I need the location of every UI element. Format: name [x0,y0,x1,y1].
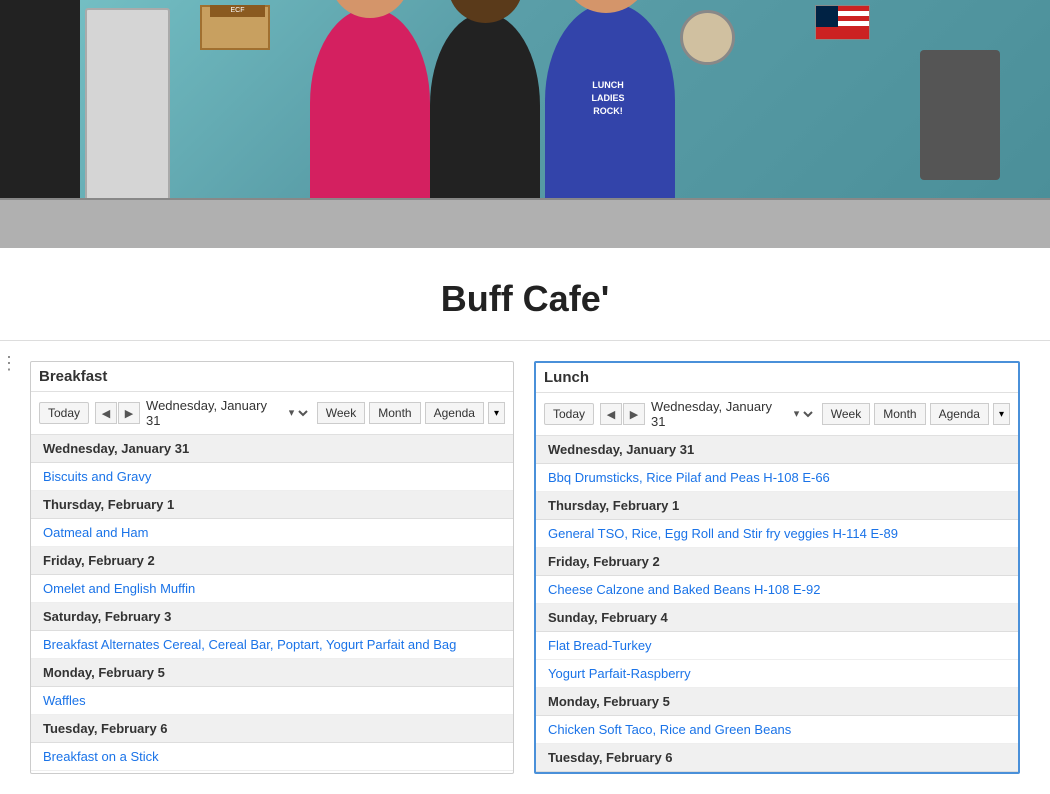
breakfast-event-4[interactable]: Waffles [31,687,513,715]
lunch-view-dropdown-btn[interactable]: ▾ [993,403,1010,425]
breakfast-date-1: Thursday, February 1 [31,491,513,519]
lunch-event-1[interactable]: General TSO, Rice, Egg Roll and Stir fry… [536,520,1018,548]
lunch-nav: ◀ ▶ [600,403,645,425]
lunch-date-2: Friday, February 2 [536,548,1018,576]
breakfast-view-dropdown-btn[interactable]: ▾ [488,402,505,424]
lunch-agenda-body: Wednesday, January 31 Bbq Drumsticks, Ri… [536,436,1018,772]
breakfast-date-0: Wednesday, January 31 [31,435,513,463]
lunch-toolbar: Today ◀ ▶ Wednesday, January 31 ▾ Week M… [536,393,1018,436]
breakfast-view-buttons: Week Month Agenda ▾ [317,402,505,424]
breakfast-month-btn[interactable]: Month [369,402,420,424]
breakfast-date-3: Saturday, February 3 [31,603,513,631]
lunch-week-btn[interactable]: Week [822,403,870,425]
lunch-date-dropdown[interactable]: ▾ [790,407,816,421]
breakfast-agenda-btn[interactable]: Agenda [425,402,484,424]
lunch-event-4[interactable]: Chicken Soft Taco, Rice and Green Beans [536,716,1018,744]
lunch-event-2[interactable]: Cheese Calzone and Baked Beans H-108 E-9… [536,576,1018,604]
calendars-container: Breakfast Today ◀ ▶ Wednesday, January 3… [0,341,1050,794]
breakfast-nav: ◀ ▶ [95,402,140,424]
resize-handle[interactable]: ⋮ [0,353,20,374]
lunch-event-3b[interactable]: Yogurt Parfait-Raspberry [536,660,1018,688]
lunch-event-0[interactable]: Bbq Drumsticks, Rice Pilaf and Peas H-10… [536,464,1018,492]
lunch-label: Lunch [536,363,1018,393]
lunch-next-btn[interactable]: ▶ [623,403,645,425]
breakfast-toolbar: Today ◀ ▶ Wednesday, January 31 ▾ Week M… [31,392,513,435]
lunch-date-label: Wednesday, January 31 [651,399,784,429]
breakfast-event-1[interactable]: Oatmeal and Ham [31,519,513,547]
page-title: Buff Cafe' [0,278,1050,320]
breakfast-event-5[interactable]: Breakfast on a Stick [31,743,513,771]
lunch-view-buttons: Week Month Agenda ▾ [822,403,1010,425]
lunch-date-0: Wednesday, January 31 [536,436,1018,464]
lunch-prev-btn[interactable]: ◀ [600,403,622,425]
lunch-date-5: Tuesday, February 6 [536,744,1018,772]
hero-banner: ECF LUNCHLADIESROCK! [0,0,1050,248]
title-section: Buff Cafe' [0,248,1050,341]
breakfast-week-btn[interactable]: Week [317,402,365,424]
breakfast-today-btn[interactable]: Today [39,402,89,424]
breakfast-date-label: Wednesday, January 31 [146,398,279,428]
lunch-calendar: Lunch Today ◀ ▶ Wednesday, January 31 ▾ … [534,361,1020,774]
breakfast-next-btn[interactable]: ▶ [118,402,140,424]
breakfast-date-4: Monday, February 5 [31,659,513,687]
lunch-month-btn[interactable]: Month [874,403,925,425]
breakfast-calendar: Breakfast Today ◀ ▶ Wednesday, January 3… [30,361,514,774]
lunch-event-3a[interactable]: Flat Bread-Turkey [536,632,1018,660]
breakfast-event-0[interactable]: Biscuits and Gravy [31,463,513,491]
breakfast-date-dropdown[interactable]: ▾ [285,406,311,420]
breakfast-label: Breakfast [31,362,513,392]
breakfast-event-3[interactable]: Breakfast Alternates Cereal, Cereal Bar,… [31,631,513,659]
breakfast-prev-btn[interactable]: ◀ [95,402,117,424]
lunch-date-1: Thursday, February 1 [536,492,1018,520]
lunch-today-btn[interactable]: Today [544,403,594,425]
lunch-date-3: Sunday, February 4 [536,604,1018,632]
lunch-date-4: Monday, February 5 [536,688,1018,716]
breakfast-event-2[interactable]: Omelet and English Muffin [31,575,513,603]
breakfast-date-2: Friday, February 2 [31,547,513,575]
breakfast-date-5: Tuesday, February 6 [31,715,513,743]
breakfast-agenda-body: Wednesday, January 31 Biscuits and Gravy… [31,435,513,771]
lunch-agenda-btn[interactable]: Agenda [930,403,989,425]
